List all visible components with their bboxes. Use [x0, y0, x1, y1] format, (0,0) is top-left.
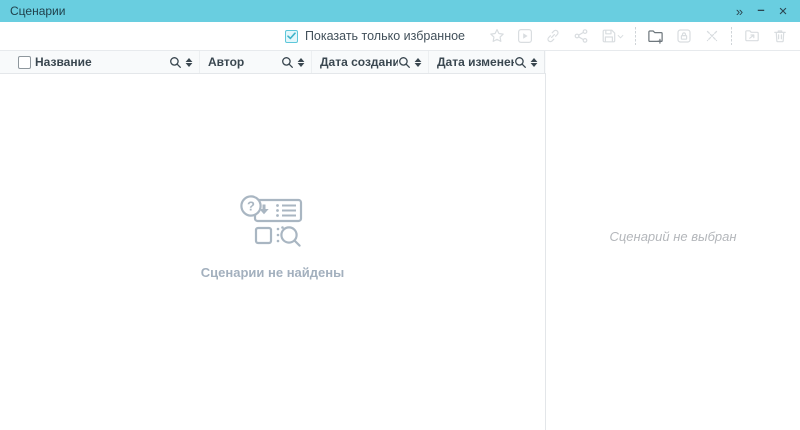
column-header-name[interactable]: Название	[0, 51, 200, 73]
column-header-created[interactable]: Дата создания	[312, 51, 429, 73]
search-icon[interactable]	[514, 56, 527, 69]
sort-icon[interactable]	[297, 58, 305, 67]
link-icon[interactable]	[544, 28, 561, 45]
toolbar-separator	[635, 27, 636, 45]
sort-icon[interactable]	[185, 58, 193, 67]
favorites-filter[interactable]: Показать только избранное	[285, 29, 465, 43]
no-scenario-selected-text: Сценарий не выбран	[609, 229, 736, 244]
select-all-checkbox[interactable]	[18, 56, 31, 69]
search-icon[interactable]	[169, 56, 182, 69]
save-dropdown-chevron-icon	[617, 33, 624, 40]
sort-icon[interactable]	[414, 58, 422, 67]
column-label: Название	[35, 55, 169, 69]
toolbar: Показать только избранное	[0, 22, 800, 51]
window-titlebar: Сценарии » – ×	[0, 0, 800, 22]
scenario-detail-pane: Сценарий не выбран	[546, 74, 800, 430]
toolbar-separator	[731, 27, 732, 45]
column-label: Автор	[208, 55, 281, 69]
run-scenario-icon[interactable]	[516, 28, 533, 45]
empty-list-text: Сценарии не найдены	[201, 265, 344, 280]
favorites-checkbox[interactable]	[285, 30, 298, 43]
search-icon[interactable]	[281, 56, 294, 69]
move-to-folder-icon[interactable]	[743, 28, 760, 45]
column-label: Дата изменен...	[437, 55, 514, 69]
favorite-star-icon[interactable]	[488, 28, 505, 45]
sort-icon[interactable]	[530, 58, 538, 67]
search-icon[interactable]	[398, 56, 411, 69]
window-title: Сценарии	[10, 4, 726, 18]
delete-icon[interactable]	[771, 28, 788, 45]
window-minimize-button[interactable]: –	[752, 2, 770, 20]
column-label: Дата создания	[320, 55, 398, 69]
window-more-button[interactable]: »	[730, 2, 748, 20]
column-header-modified[interactable]: Дата изменен...	[429, 51, 545, 73]
column-header-author[interactable]: Автор	[200, 51, 312, 73]
svg-text:?: ?	[247, 198, 255, 213]
cross-icon[interactable]	[703, 28, 720, 45]
lock-icon[interactable]	[675, 28, 692, 45]
create-folder-icon[interactable]	[647, 28, 664, 45]
share-icon[interactable]	[572, 28, 589, 45]
scenarios-not-found-illustration: ?	[239, 193, 307, 251]
main-content: ? Сценарии не найдены Сценарий не выбран	[0, 74, 800, 430]
scenario-list-pane: ? Сценарии не найдены	[0, 74, 546, 430]
window-close-button[interactable]: ×	[774, 2, 792, 20]
scenario-table-header: Название Автор Дата создания Дата измене…	[0, 51, 546, 74]
empty-list-state: ? Сценарии не найдены	[201, 193, 344, 280]
favorites-checkbox-label: Показать только избранное	[305, 29, 465, 43]
save-icon[interactable]	[600, 28, 624, 45]
